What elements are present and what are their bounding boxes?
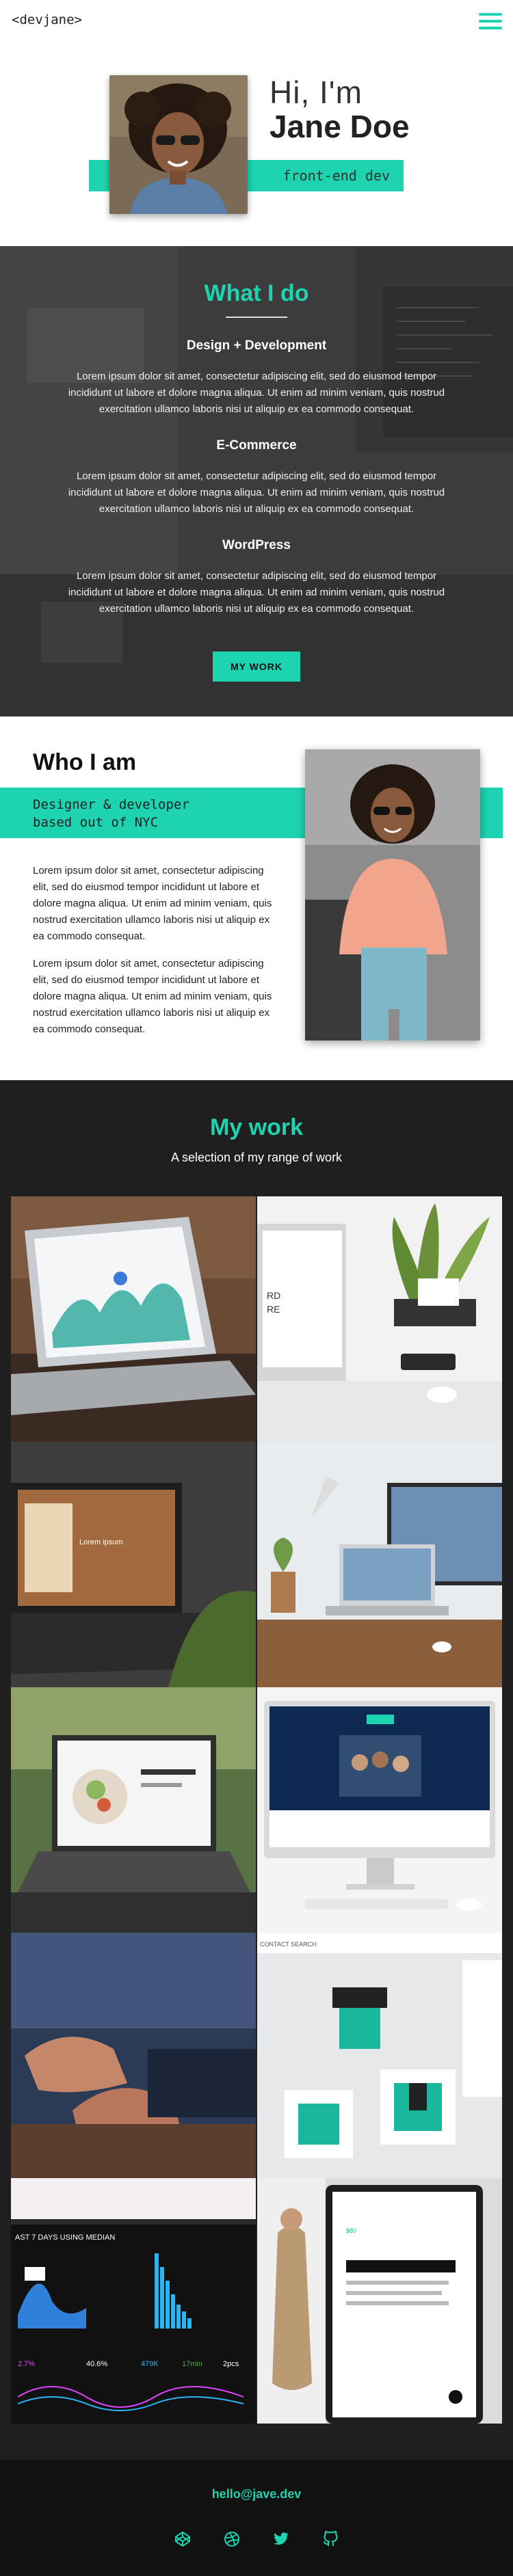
site-logo[interactable]: <devjane> <box>12 12 82 27</box>
my-work-button[interactable]: MY WORK <box>213 652 300 682</box>
portfolio-item[interactable] <box>257 1687 502 1933</box>
portfolio-item[interactable]: CONTACT SEARCH <box>257 1933 502 2178</box>
portfolio-item[interactable] <box>11 1933 256 2178</box>
service-title: E-Commerce <box>216 438 297 453</box>
service-design-development: Design + Development Lorem ipsum dolor s… <box>0 338 513 418</box>
intro-name: Jane Doe <box>269 109 410 144</box>
svg-text:$80: $80 <box>346 2227 356 2234</box>
service-title: WordPress <box>222 538 291 552</box>
service-description: Lorem ipsum dolor sit amet, consectetur … <box>68 371 445 415</box>
about-tagline: Designer & developer based out of NYC <box>33 797 189 830</box>
svg-text:2.7%: 2.7% <box>18 2360 35 2368</box>
profile-photo <box>109 75 248 214</box>
portfolio-item[interactable] <box>11 1687 256 1933</box>
title-divider <box>226 317 287 318</box>
service-ecommerce: E-Commerce Lorem ipsum dolor sit amet, c… <box>0 438 513 518</box>
social-links <box>0 2530 513 2547</box>
about-title: Who I am <box>33 749 137 775</box>
codepen-icon[interactable] <box>174 2531 191 2547</box>
svg-text:479K: 479K <box>141 2360 159 2368</box>
portfolio-item[interactable] <box>11 1196 256 1442</box>
footer: hello@jave.dev <box>0 2460 513 2576</box>
intro-greeting: Hi, I'm <box>269 75 363 110</box>
about-paragraph: Lorem ipsum dolor sit amet, consectetur … <box>33 865 272 942</box>
contact-email-link[interactable]: hello@jave.dev <box>0 2487 513 2501</box>
service-wordpress: WordPress Lorem ipsum dolor sit amet, co… <box>0 538 513 617</box>
portfolio-subtitle: A selection of my range of work <box>170 1151 343 1164</box>
services-section: What I do Design + Development Lorem ips… <box>0 246 513 716</box>
intro-role: front-end dev <box>282 167 390 184</box>
service-title: Design + Development <box>186 338 327 353</box>
about-paragraph: Lorem ipsum dolor sit amet, consectetur … <box>33 958 272 1035</box>
service-description: Lorem ipsum dolor sit amet, consectetur … <box>68 470 445 515</box>
portfolio-section: My work A selection of my range of work … <box>0 1080 513 2460</box>
github-icon[interactable] <box>322 2530 339 2547</box>
portfolio-title: My work <box>209 1114 304 1140</box>
svg-text:AST 7 DAYS USING MEDIAN: AST 7 DAYS USING MEDIAN <box>15 2233 115 2242</box>
portfolio-item[interactable]: Lorem ipsum <box>11 1442 256 1687</box>
service-description: Lorem ipsum dolor sit amet, consectetur … <box>68 570 445 615</box>
portfolio-item[interactable]: AST 7 DAYS USING MEDIAN 2.7% 40.6% 479K … <box>11 2178 256 2424</box>
svg-text:17min: 17min <box>182 2360 202 2368</box>
svg-text:40.6%: 40.6% <box>86 2360 107 2368</box>
dribbble-icon[interactable] <box>224 2531 240 2547</box>
twitter-icon[interactable] <box>273 2531 289 2547</box>
services-title: What I do <box>204 280 309 306</box>
about-photo <box>305 749 480 1041</box>
about-section: Who I am Designer & developer based out … <box>0 716 513 1080</box>
portfolio-item[interactable]: $80 <box>257 2178 502 2424</box>
portfolio-item[interactable] <box>257 1442 502 1687</box>
svg-text:Lorem ipsum: Lorem ipsum <box>79 1538 123 1546</box>
hamburger-icon[interactable] <box>479 12 503 31</box>
portfolio-item[interactable]: RD RE <box>257 1196 502 1442</box>
svg-text:CONTACT SEARCH: CONTACT SEARCH <box>260 1941 317 1948</box>
svg-text:RE: RE <box>267 1304 280 1315</box>
svg-text:RD: RD <box>267 1290 280 1301</box>
intro-section: <devjane> front-end dev Hi, I'm Jane Doe <box>0 0 513 246</box>
svg-text:2pcs: 2pcs <box>223 2360 239 2368</box>
